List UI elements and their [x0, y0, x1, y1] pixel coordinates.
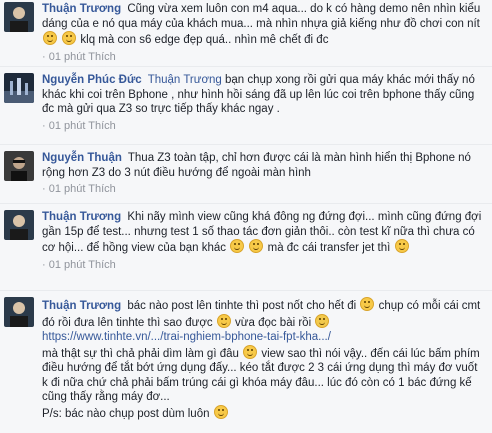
user-avatar-icon[interactable] [4, 73, 34, 103]
smile-emoji-icon [43, 31, 57, 45]
comment-mention[interactable]: Thuận Trương [148, 74, 222, 86]
like-link[interactable]: Thích [88, 51, 116, 63]
comment-time: · 01 phút [42, 258, 86, 271]
divider [0, 66, 492, 67]
grin-emoji-icon [249, 239, 264, 253]
user-avatar-icon[interactable] [4, 2, 34, 32]
smile-emoji-icon [243, 344, 258, 359]
comment-body: Thuận Trương bác nào post lên tinhte thì… [42, 297, 486, 421]
comment-body: Thuận Trương Khi nãy mình view cũng khá … [42, 210, 486, 272]
smile-emoji-icon [394, 239, 409, 253]
divider [0, 203, 492, 204]
grin-emoji-icon [230, 239, 245, 253]
comment-thread: Thuận Trương Cũng vừa xem luôn con m4 aq… [0, 0, 492, 433]
comment-meta: · 01 phút Thích [42, 182, 486, 197]
tongue-emoji-icon [315, 313, 330, 328]
like-link[interactable]: Thích [88, 259, 116, 271]
comment-author[interactable]: Nguyễn Phúc Đức [42, 74, 142, 86]
comment-text-4: mà thật sự thì chả phải dìm làm gì đâu [42, 347, 239, 360]
comment-meta: · 01 phút Thích [42, 50, 486, 65]
user-avatar-icon[interactable] [4, 210, 34, 240]
comment-time: · 01 phút [42, 119, 86, 132]
comment-text-continued: mà đc cái transfer jet thì [267, 242, 391, 254]
grin-emoji-icon [62, 31, 77, 45]
article-link[interactable]: https://www.tinhte.vn/.../trai-nghiem-bp… [42, 331, 331, 343]
comment-author[interactable]: Thuận Trương [42, 300, 121, 312]
comment-time: · 01 phút [42, 50, 86, 63]
like-link[interactable]: Thích [88, 183, 116, 195]
comment-text-3: vừa đọc bài rồi [235, 316, 312, 329]
comment-body: Nguyễn Thuận Thua Z3 toàn tập, chỉ hơn đ… [42, 151, 486, 197]
user-avatar-icon[interactable] [4, 297, 34, 327]
user-avatar-icon[interactable] [4, 151, 34, 181]
comment-meta: · 01 phút Thích [42, 119, 486, 134]
comment-author[interactable]: Thuận Trương [42, 3, 121, 15]
like-link[interactable]: Thích [88, 120, 116, 132]
comment-text-6: P/s: bác nào chụp post dùm luôn [42, 407, 210, 420]
comment-text: bác nào post lên tinhte thì post nốt cho… [127, 300, 357, 312]
comment-author[interactable]: Thuận Trương [42, 211, 121, 223]
comment-time: · 01 phút [42, 183, 86, 195]
comment-meta: · 01 phút Thích [42, 258, 486, 273]
grin-emoji-icon [360, 297, 375, 311]
comment-author[interactable]: Nguyễn Thuận [42, 152, 122, 164]
comment-body: Nguyễn Phúc Đức Thuận Trương bạn chụp xo… [42, 73, 486, 133]
comment-text-continued: klq mà con s6 edge đẹp quá.. nhìn mê chế… [80, 34, 329, 46]
divider [0, 290, 492, 291]
divider [0, 144, 492, 145]
comment-body: Thuận Trương Cũng vừa xem luôn con m4 aq… [42, 2, 486, 64]
smile-emoji-icon [216, 313, 231, 328]
smile-emoji-icon [213, 404, 228, 419]
